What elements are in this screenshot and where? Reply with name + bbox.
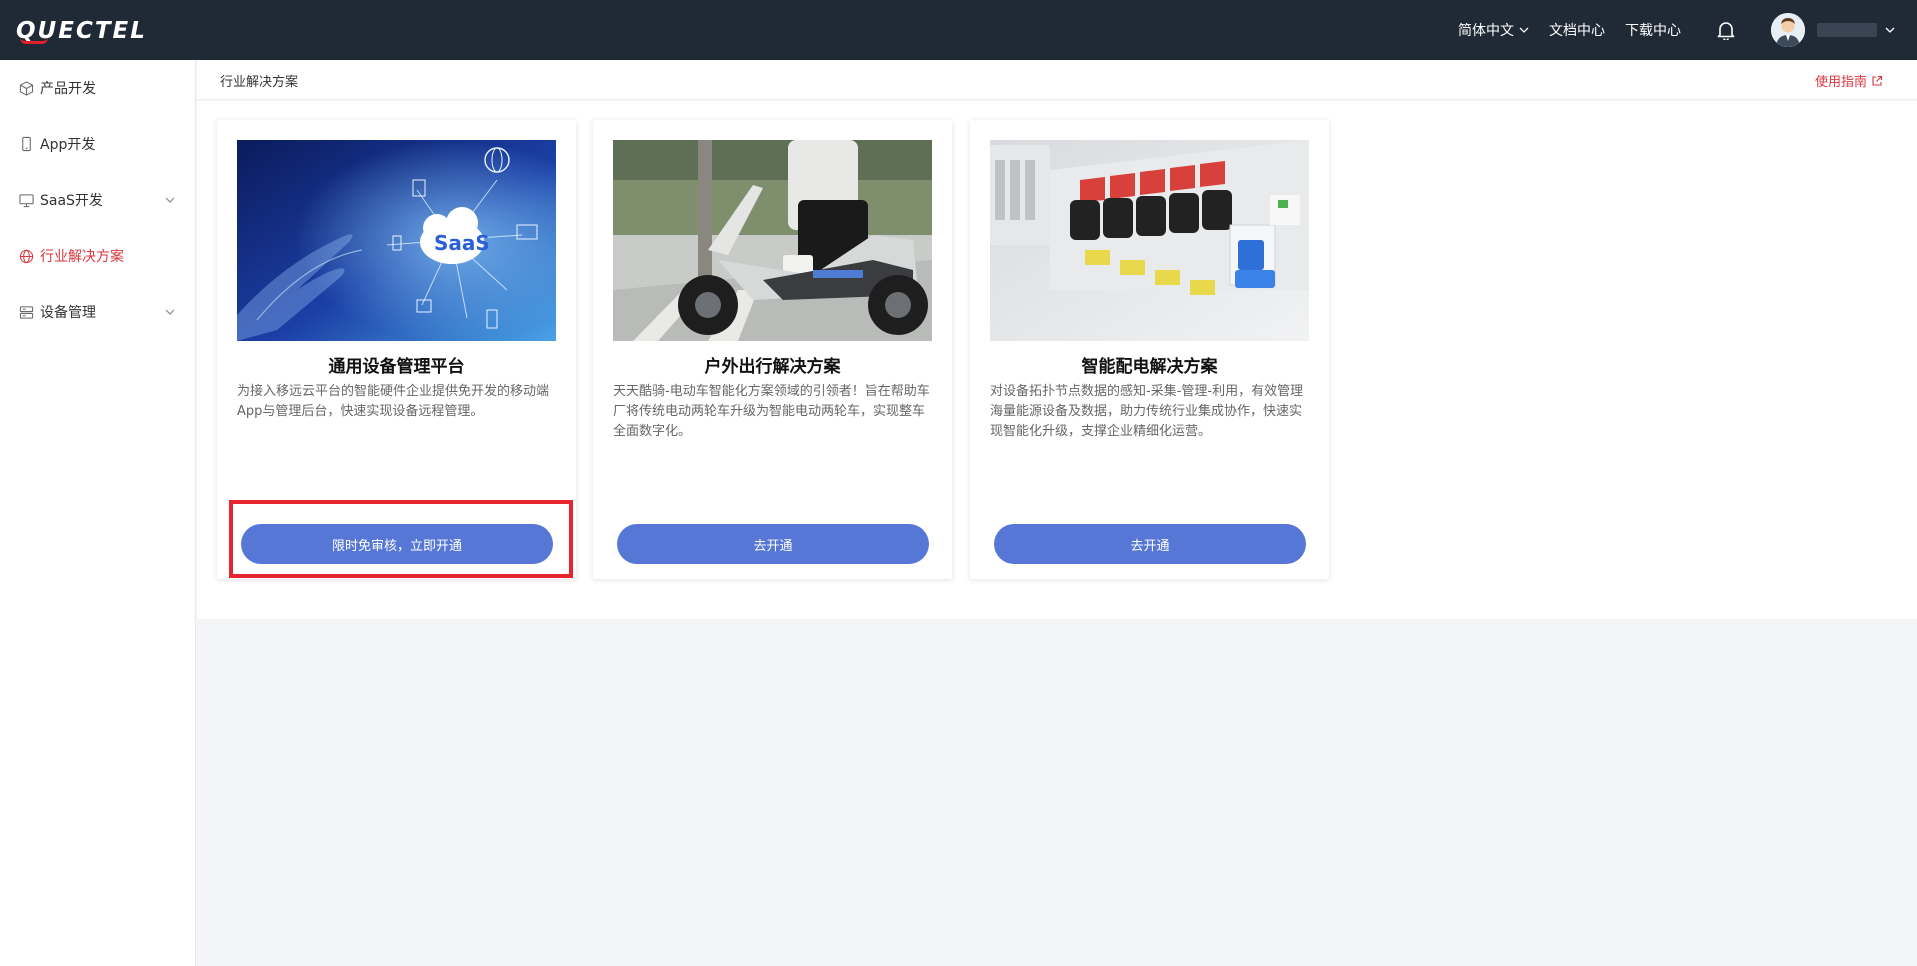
electric-scooter-image (613, 140, 932, 341)
language-selector[interactable]: 简体中文 (1458, 20, 1529, 40)
external-link-icon (1871, 75, 1883, 87)
top-nav: 简体中文 文档中心 下载中心 (1458, 0, 1917, 60)
sidebar-item-label: 产品开发 (40, 81, 96, 97)
card-title: 智能配电解决方案 (1081, 357, 1218, 377)
sidebar: 产品开发 App开发 SaaS开发 行业解决方案 设备管理 (0, 60, 196, 966)
page-header: 行业解决方案 使用指南 (197, 60, 1917, 100)
docs-center-label: 文档中心 (1549, 23, 1605, 39)
sidebar-item-product-dev[interactable]: 产品开发 (0, 60, 195, 116)
activate-button[interactable]: 去开通 (617, 524, 929, 564)
page-title: 行业解决方案 (220, 75, 299, 90)
sidebar-item-label: SaaS开发 (40, 193, 103, 209)
card-description: 天天酷骑-电动车智能化方案领域的引领者！旨在帮助车厂将传统电动两轮车升级为智能电… (613, 384, 930, 439)
language-label: 简体中文 (1458, 23, 1514, 39)
quectel-logo[interactable]: QUECTEL (16, 18, 147, 44)
circuit-breaker-image (990, 140, 1309, 341)
sidebar-item-label: 设备管理 (40, 305, 96, 321)
chevron-down-icon (165, 307, 175, 318)
docs-center-link[interactable]: 文档中心 (1549, 20, 1605, 40)
cube-icon (18, 80, 34, 96)
card-description: 对设备拓扑节点数据的感知-采集-管理-利用，有效管理海量能源设备及数据，助力传统… (990, 384, 1304, 439)
sidebar-item-label: App开发 (40, 137, 96, 153)
solution-card-outdoor-mobility: 户外出行解决方案 天天酷骑-电动车智能化方案领域的引领者！旨在帮助车厂将传统电动… (593, 120, 952, 579)
avatar[interactable] (1771, 13, 1805, 47)
user-guide-label: 使用指南 (1814, 75, 1867, 90)
card-description: 为接入移远云平台的智能硬件企业提供免开发的移动端App与管理后台，快速实现设备远… (237, 384, 550, 419)
main-area: 行业解决方案 使用指南 SaaS 通用设备管理平台 为接入移远云平台的智能硬件企… (197, 60, 1917, 966)
bell-icon[interactable] (1715, 19, 1737, 41)
sidebar-item-device-mgmt[interactable]: 设备管理 (0, 284, 195, 340)
solution-card-smart-power: 智能配电解决方案 对设备拓扑节点数据的感知-采集-管理-利用，有效管理海量能源设… (970, 120, 1329, 579)
highlight-box (229, 500, 573, 578)
activate-button[interactable]: 去开通 (994, 524, 1306, 564)
logo-swoosh (20, 38, 48, 44)
chevron-down-icon[interactable] (1885, 25, 1895, 36)
download-center-link[interactable]: 下载中心 (1625, 20, 1681, 40)
saas-image-text: SaaS (434, 231, 490, 255)
sidebar-item-label: 行业解决方案 (40, 249, 124, 265)
phone-icon (18, 136, 34, 152)
solution-card-device-platform: SaaS 通用设备管理平台 为接入移远云平台的智能硬件企业提供免开发的移动端Ap… (217, 120, 576, 579)
download-center-label: 下载中心 (1625, 23, 1681, 39)
server-icon (18, 304, 34, 320)
top-navbar: QUECTEL 简体中文 文档中心 下载中心 (0, 0, 1917, 60)
chevron-down-icon (1519, 25, 1529, 36)
sidebar-item-app-dev[interactable]: App开发 (0, 116, 195, 172)
globe-icon (18, 248, 34, 264)
card-title: 户外出行解决方案 (704, 357, 841, 377)
chevron-down-icon (165, 195, 175, 206)
saas-cloud-image: SaaS (237, 140, 556, 341)
username-redacted[interactable] (1817, 23, 1877, 37)
monitor-icon (18, 192, 34, 208)
sidebar-item-saas-dev[interactable]: SaaS开发 (0, 172, 195, 228)
user-guide-link[interactable]: 使用指南 (1815, 71, 1883, 90)
sidebar-item-industry-solutions[interactable]: 行业解决方案 (0, 228, 195, 284)
card-title: 通用设备管理平台 (328, 357, 465, 377)
solutions-panel: SaaS 通用设备管理平台 为接入移远云平台的智能硬件企业提供免开发的移动端Ap… (197, 101, 1917, 619)
